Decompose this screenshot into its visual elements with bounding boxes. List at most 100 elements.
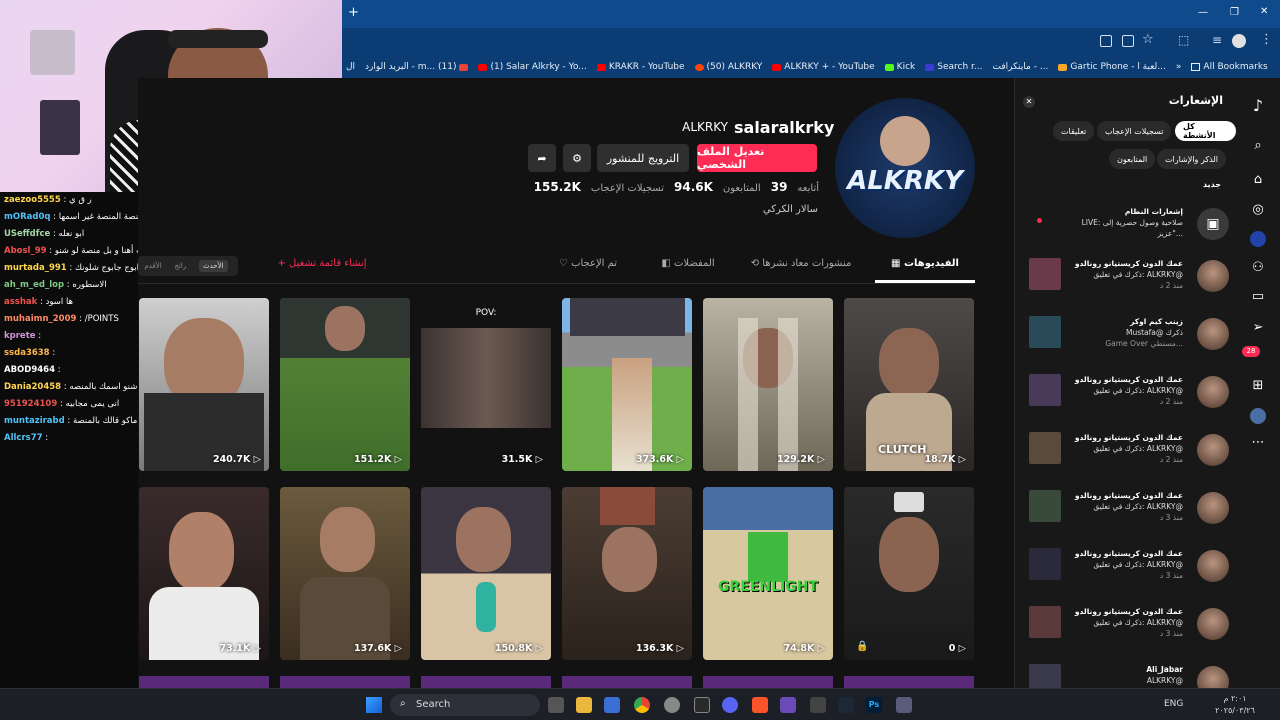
notification-avatar[interactable]	[1197, 260, 1229, 292]
taskbar-search[interactable]: Search	[390, 694, 540, 716]
profile-avatar-large[interactable]: ALKRKY	[835, 98, 975, 238]
bookmark-item[interactable]: KRAKR - YouTube	[596, 62, 685, 72]
notification-avatar[interactable]	[1197, 550, 1229, 582]
notification-item[interactable]: عمك الدون كريستيانو رونالدو ذكرك في تعليق…	[1029, 604, 1229, 654]
chat-username[interactable]: Allcrs77	[4, 433, 43, 443]
chat-username[interactable]: ssda3638	[4, 348, 50, 358]
notification-item[interactable]: عمك الدون كريستيانو رونالدو ذكرك في تعليق…	[1029, 546, 1229, 596]
bookmark-item[interactable]: ALKRKY + - YouTube	[772, 62, 875, 72]
notification-thumbnail[interactable]	[1029, 316, 1061, 348]
steam-icon[interactable]	[694, 697, 710, 713]
settings-icon[interactable]: ⚙	[563, 144, 591, 172]
chat-username[interactable]: murtada_991	[4, 263, 67, 273]
chip-mentions[interactable]: الذكر والإشارات	[1157, 149, 1227, 169]
home-icon[interactable]: ⌂	[1250, 172, 1266, 188]
video-tile[interactable]: POV: 31.5K ▷	[421, 298, 551, 471]
notification-thumbnail[interactable]	[1029, 490, 1061, 522]
video-tile[interactable]: 240.7K ▷	[139, 298, 269, 471]
bookmark-item[interactable]: البريد الوارد - m... (11)	[365, 62, 469, 72]
clock[interactable]: ٢:٠١ م ٢٠٢٥/٠٣/٢٦	[1215, 693, 1255, 717]
sort-oldest[interactable]: الأقدم	[144, 262, 161, 270]
bookmark-item[interactable]: Gartic Phone - لعبة ا...	[1058, 62, 1166, 72]
notification-thumbnail[interactable]	[1029, 374, 1061, 406]
minimize-icon[interactable]: —	[1198, 7, 1208, 18]
media-icon[interactable]: ≡	[1212, 33, 1222, 47]
steam-client-icon[interactable]	[838, 697, 854, 713]
bookmarks-overflow[interactable]: »	[1176, 62, 1182, 72]
notification-thumbnail[interactable]	[1029, 606, 1061, 638]
create-playlist-button[interactable]: + إنشاء قائمة تشغيل	[272, 258, 372, 269]
chip-followers[interactable]: المتابعون	[1109, 149, 1156, 169]
tab-reposts[interactable]: ⟲ منشورات معاد نشرها	[746, 258, 856, 282]
chat-username[interactable]: USeffdfce	[4, 229, 50, 239]
chat-username[interactable]: zaezoo5555	[4, 195, 61, 205]
new-tab-button[interactable]: +	[348, 5, 359, 20]
app-icon[interactable]	[780, 697, 796, 713]
chat-username[interactable]: mORad0q	[4, 212, 50, 222]
bookmark-item[interactable]: (50) ALKRKY	[694, 62, 762, 72]
video-tile[interactable]: 73.1K ▷	[139, 487, 269, 660]
chat-username[interactable]: muhaimn_2009	[4, 314, 76, 324]
video-tile[interactable]: 136.3K ▷	[562, 487, 692, 660]
profile-avatar[interactable]	[1232, 34, 1246, 48]
video-tile[interactable]: 373.6K ▷	[562, 298, 692, 471]
video-tile[interactable]: CLUTCH 18.7K ▷	[844, 298, 974, 471]
more-icon[interactable]: ⋯	[1250, 435, 1266, 451]
tab-videos[interactable]: ▦ الفيديوهات	[875, 258, 975, 282]
video-tile[interactable]: 🔒 0 ▷	[844, 487, 974, 660]
live-avatar-icon[interactable]	[1250, 231, 1266, 247]
following-icon[interactable]: ⚇	[1250, 260, 1266, 276]
followers-count[interactable]: 94.6K	[674, 180, 713, 194]
notification-avatar[interactable]	[1197, 608, 1229, 640]
profile-icon[interactable]	[1250, 408, 1266, 424]
notification-thumbnail[interactable]	[1029, 548, 1061, 580]
notification-avatar[interactable]	[1197, 434, 1229, 466]
chip-comments[interactable]: تعليقات	[1053, 121, 1095, 141]
store-icon[interactable]	[604, 697, 620, 713]
video-tile[interactable]: GREENLIGHT 74.8K ▷	[703, 487, 833, 660]
chat-username[interactable]: 951924109	[4, 399, 57, 409]
video-tile[interactable]: 151.2K ▷	[280, 298, 410, 471]
all-bookmarks[interactable]: All Bookmarks	[1191, 62, 1268, 72]
explore-icon[interactable]: ◎	[1250, 202, 1266, 218]
app-window-icon[interactable]	[896, 697, 912, 713]
notification-item[interactable]: عمك الدون كريستيانو رونالدو ذكرك في تعليق…	[1029, 430, 1229, 480]
notification-item[interactable]: عمك الدون كريستيانو رونالدو ذكرك في تعليق…	[1029, 372, 1229, 422]
video-tile[interactable]: 129.2K ▷	[703, 298, 833, 471]
discord-icon[interactable]	[722, 697, 738, 713]
chat-username[interactable]: ABOD9464	[4, 365, 55, 375]
browser-menu-icon[interactable]: ⋮	[1260, 32, 1273, 47]
language-indicator[interactable]: ENG	[1164, 699, 1183, 709]
photoshop-icon[interactable]: Ps	[866, 697, 882, 713]
chat-username[interactable]: Abosl_99	[4, 246, 47, 256]
sort-newest[interactable]: الأحدث	[199, 260, 228, 272]
following-count[interactable]: 39	[771, 180, 788, 194]
maximize-icon[interactable]: ❐	[1230, 7, 1239, 18]
chat-username[interactable]: asshak	[4, 297, 37, 307]
notification-avatar[interactable]	[1197, 376, 1229, 408]
share-icon[interactable]: ➦	[528, 144, 556, 172]
chip-all-activity[interactable]: كل الأنشطة	[1175, 121, 1236, 141]
tiktok-logo-icon[interactable]: ♪	[1250, 98, 1266, 114]
search-icon[interactable]: ⌕	[1250, 138, 1266, 154]
sort-popular[interactable]: رائج	[174, 262, 186, 270]
task-view-icon[interactable]	[548, 697, 564, 713]
notification-thumbnail[interactable]	[1029, 432, 1061, 464]
close-notifications-icon[interactable]: ✕	[1023, 96, 1035, 108]
chat-username[interactable]: ah_m_ed_lop	[4, 280, 64, 290]
bookmark-item[interactable]: ماينكرافت - ...	[992, 62, 1048, 72]
start-icon[interactable]	[366, 697, 382, 713]
chrome-icon[interactable]	[634, 697, 650, 713]
capcut-icon[interactable]	[810, 697, 826, 713]
bookmark-item[interactable]: ال	[346, 62, 355, 72]
notification-thumbnail[interactable]	[1029, 258, 1061, 290]
promote-post-button[interactable]: الترويج للمنشور	[597, 144, 689, 172]
live-icon[interactable]: ▭	[1250, 289, 1266, 305]
notification-item[interactable]: زينب كيم اوكر Mustafa@ ذكرك Game Over مستط…	[1029, 314, 1229, 364]
tab-liked[interactable]: ♡ تم الإعجاب	[548, 258, 628, 282]
notification-item[interactable]: عمك الدون كريستيانو رونالدو ذكرك في تعليق…	[1029, 488, 1229, 538]
tab-favorites[interactable]: ◧ المفضلات	[648, 258, 728, 282]
video-tile[interactable]: 137.6K ▷	[280, 487, 410, 660]
chat-username[interactable]: muntazirabd	[4, 416, 65, 426]
obs-icon[interactable]	[664, 697, 680, 713]
